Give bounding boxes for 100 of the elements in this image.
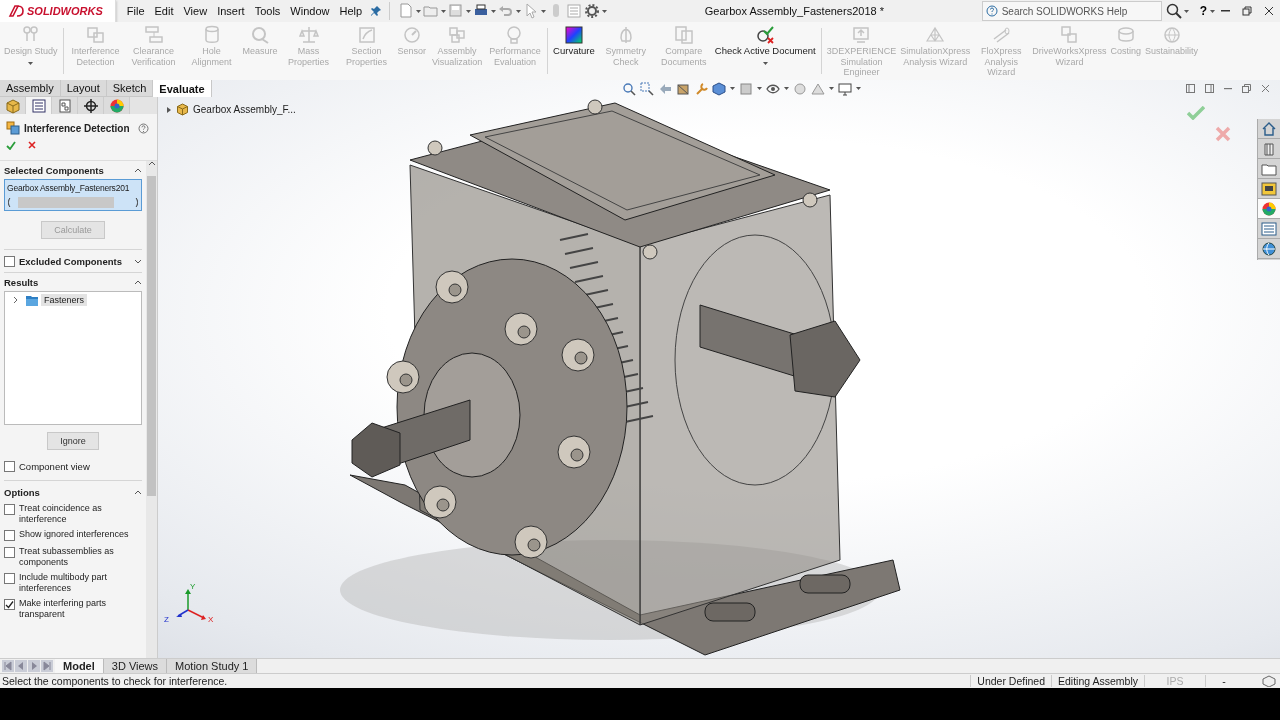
checkbox[interactable]: [4, 256, 15, 267]
mesh-icon: [925, 25, 946, 45]
gear-icon[interactable]: [584, 3, 601, 19]
caret-icon[interactable]: [756, 87, 762, 90]
caret-icon[interactable]: [541, 9, 547, 13]
caret-icon[interactable]: [1210, 9, 1215, 13]
bottom-tab[interactable]: Model: [55, 659, 104, 673]
selection-list[interactable]: Gearbox Assembly_Fasteners201: [4, 179, 142, 211]
ignore-button[interactable]: Ignore: [47, 432, 99, 450]
cube-icon: [4, 97, 21, 114]
close-icon[interactable]: [1261, 84, 1270, 93]
checkbox[interactable]: [4, 504, 15, 515]
caret-icon[interactable]: [729, 87, 735, 90]
rebuild-icon[interactable]: [1262, 675, 1276, 687]
bottom-tab[interactable]: Motion Study 1: [167, 659, 258, 673]
previous-icon: [16, 661, 26, 671]
ribbon-button[interactable]: Check Active Document: [712, 22, 818, 65]
tree-item[interactable]: Fasteners: [41, 294, 88, 306]
bottom-tab[interactable]: 3D Views: [103, 659, 168, 673]
caret-icon[interactable]: [516, 9, 522, 13]
zoom-area-icon[interactable]: [639, 81, 654, 96]
checkbox-label: Show ignored interferences: [19, 529, 129, 540]
ribbon-button[interactable]: Curvature: [551, 22, 597, 57]
help-button[interactable]: ?: [1196, 4, 1210, 18]
menu-item[interactable]: View: [178, 3, 213, 19]
caret-icon[interactable]: [441, 9, 447, 13]
caret-icon[interactable]: [602, 9, 608, 13]
documents-icon: [673, 25, 694, 45]
menu-item[interactable]: Edit: [149, 3, 179, 19]
caret-icon[interactable]: [783, 87, 789, 90]
monitor-icon[interactable]: [837, 81, 852, 96]
scroll-left-icon[interactable]: [7, 198, 11, 207]
task-pane-tab[interactable]: [1258, 219, 1280, 239]
checkbox[interactable]: [4, 461, 15, 472]
minimize-icon[interactable]: [1224, 87, 1232, 90]
ribbon-tab[interactable]: Evaluate: [153, 80, 212, 97]
ribbon-tab[interactable]: Sketch: [106, 80, 154, 97]
panel-tab[interactable]: [78, 97, 104, 114]
collapse-icon[interactable]: [134, 280, 142, 285]
menu-item[interactable]: Insert: [212, 3, 250, 19]
caret-icon[interactable]: [1183, 9, 1189, 13]
list-item[interactable]: Gearbox Assembly_Fasteners201: [7, 183, 139, 193]
search-field[interactable]: Search SOLIDWORKS Help: [981, 1, 1162, 21]
help-icon[interactable]: [137, 122, 149, 134]
checkbox-label: Excluded Components: [19, 255, 122, 267]
checkbox[interactable]: [4, 573, 15, 584]
task-pane-tab[interactable]: [1258, 119, 1280, 139]
view-palette-icon: [1261, 180, 1277, 197]
checkbox[interactable]: [4, 599, 15, 610]
scrollbar[interactable]: [146, 161, 157, 658]
caret-icon[interactable]: [466, 9, 472, 13]
scrollbar-thumb[interactable]: [18, 197, 114, 208]
chevron-right-icon[interactable]: [166, 105, 172, 114]
zoom-fit-icon[interactable]: [621, 81, 636, 96]
caret-icon[interactable]: [828, 87, 834, 90]
checkbox-label: Include multibody part interferences: [19, 572, 109, 593]
checkbox[interactable]: [4, 547, 15, 558]
tile-left-icon[interactable]: [1186, 84, 1195, 93]
checkbox-label: Treat coincidence as interference: [19, 503, 103, 524]
search-icon[interactable]: [1165, 3, 1182, 19]
first-icon: [3, 661, 13, 671]
checkbox-label: Component view: [19, 460, 90, 472]
section-view-icon[interactable]: [675, 81, 690, 96]
confirm-check-icon[interactable]: [1187, 106, 1205, 120]
chevron-right-icon[interactable]: [12, 296, 20, 304]
checkbox[interactable]: [4, 530, 15, 541]
status-field: Editing Assembly: [1051, 675, 1144, 687]
gauge-icon: [401, 25, 422, 45]
menu-item[interactable]: Help: [334, 3, 368, 19]
caret-icon[interactable]: [491, 9, 497, 13]
caret-icon: [28, 61, 34, 65]
task-pane-tab[interactable]: [1258, 199, 1280, 219]
task-pane-tab[interactable]: [1258, 179, 1280, 199]
boxes-gap-icon: [143, 25, 164, 45]
menu-item[interactable]: Window: [285, 3, 335, 19]
menu-item[interactable]: File: [121, 3, 150, 19]
pin-icon[interactable]: [371, 6, 382, 16]
section-header: Results: [4, 277, 39, 288]
tile-right-icon[interactable]: [1205, 84, 1214, 93]
caret-icon[interactable]: [855, 87, 861, 90]
axis-label: Y: [190, 582, 196, 591]
menu-item[interactable]: Tools: [249, 3, 286, 19]
color-wheel-icon: [108, 97, 125, 114]
restore-icon[interactable]: [1242, 84, 1251, 93]
crosshair-icon: [82, 97, 99, 114]
help-circle-icon[interactable]: [985, 5, 998, 17]
ribbon-tab[interactable]: Layout: [60, 80, 107, 97]
cancel-x-icon[interactable]: [28, 141, 36, 149]
scroll-right-icon[interactable]: [135, 198, 139, 207]
search-input[interactable]: Search SOLIDWORKS Help: [1001, 5, 1152, 17]
feature-tree-item[interactable]: Gearbox Assembly_F...: [193, 104, 296, 115]
caret-icon[interactable]: [416, 9, 422, 13]
expand-icon[interactable]: [134, 258, 142, 264]
task-pane-tab[interactable]: [1258, 239, 1280, 259]
folder-icon: [26, 294, 38, 306]
ok-check-icon[interactable]: [6, 141, 16, 150]
status-field: IPS: [1144, 675, 1205, 687]
collapse-icon[interactable]: [134, 490, 142, 495]
globe-icon: [1161, 25, 1182, 45]
ribbon-tab[interactable]: Assembly: [0, 80, 61, 97]
